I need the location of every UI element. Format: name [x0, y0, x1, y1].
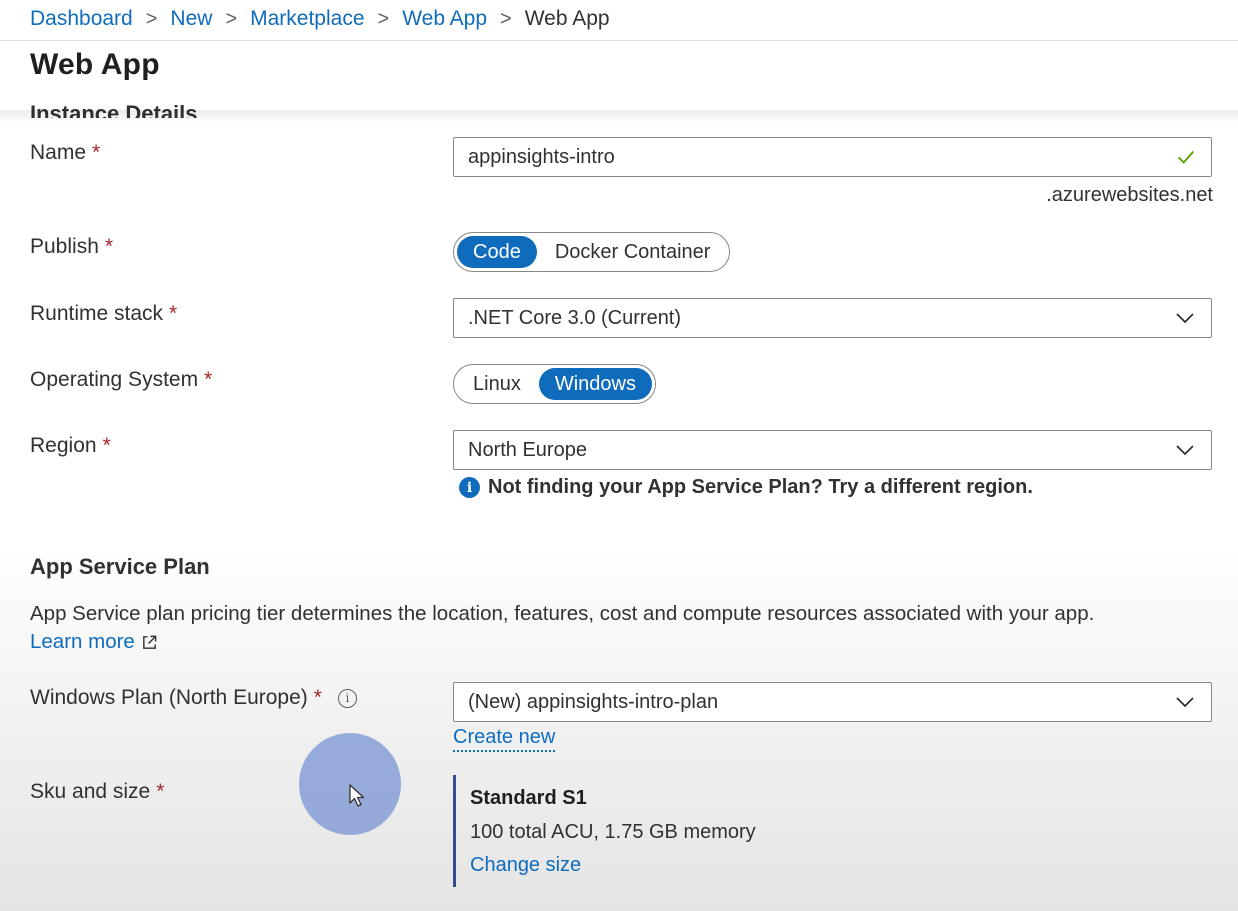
- chevron-down-icon: [1176, 697, 1194, 708]
- region-info-text: Not finding your App Service Plan? Try a…: [488, 476, 1033, 498]
- os-option-windows[interactable]: Windows: [538, 368, 652, 400]
- breadcrumb-separator: >: [145, 7, 158, 30]
- sku-name: Standard S1: [470, 787, 587, 809]
- runtime-stack-label: Runtime stack *: [30, 302, 178, 325]
- os-option-linux[interactable]: Linux: [457, 368, 537, 400]
- app-service-plan-description: App Service plan pricing tier determines…: [30, 602, 1095, 625]
- domain-suffix: .azurewebsites.net: [1046, 184, 1213, 206]
- os-toggle: Linux Windows: [453, 364, 656, 404]
- page: Dashboard > New > Marketplace > Web App …: [0, 0, 1238, 911]
- breadcrumb: Dashboard > New > Marketplace > Web App …: [30, 5, 610, 33]
- publish-option-docker[interactable]: Docker Container: [539, 236, 727, 268]
- name-input[interactable]: appinsights-intro: [453, 137, 1212, 177]
- operating-system-label: Operating System *: [30, 368, 213, 391]
- region-label: Region *: [30, 434, 111, 457]
- breadcrumb-marketplace[interactable]: Marketplace: [250, 7, 364, 31]
- header-shadow: [0, 110, 1238, 122]
- region-dropdown[interactable]: North Europe: [453, 430, 1212, 470]
- breadcrumb-dashboard[interactable]: Dashboard: [30, 7, 133, 31]
- change-size-link[interactable]: Change size: [470, 854, 581, 877]
- breadcrumb-divider: [0, 40, 1238, 41]
- chevron-down-icon: [1176, 445, 1194, 456]
- sku-summary: Standard S1 100 total ACU, 1.75 GB memor…: [453, 775, 856, 887]
- page-title: Web App: [30, 48, 160, 81]
- create-new-link[interactable]: Create new: [453, 726, 556, 752]
- region-value: North Europe: [468, 438, 587, 461]
- windows-plan-value: (New) appinsights-intro-plan: [468, 690, 719, 713]
- publish-option-code[interactable]: Code: [457, 236, 537, 268]
- name-input-value: appinsights-intro: [468, 145, 615, 168]
- windows-plan-label: Windows Plan (North Europe) * i: [30, 686, 357, 710]
- breadcrumb-current: Web App: [524, 7, 610, 30]
- checkmark-icon: [1178, 150, 1195, 164]
- app-service-plan-heading: App Service Plan: [30, 554, 210, 579]
- publish-label: Publish *: [30, 235, 114, 258]
- sku-detail: 100 total ACU, 1.75 GB memory: [470, 821, 756, 843]
- breadcrumb-separator: >: [377, 7, 390, 30]
- learn-more-link[interactable]: Learn more: [30, 630, 158, 654]
- info-icon[interactable]: i: [337, 688, 357, 708]
- learn-more-label: Learn more: [30, 630, 135, 653]
- runtime-stack-dropdown[interactable]: .NET Core 3.0 (Current): [453, 298, 1212, 338]
- external-link-icon: [142, 635, 157, 649]
- windows-plan-dropdown[interactable]: (New) appinsights-intro-plan: [453, 682, 1212, 722]
- breadcrumb-web-app[interactable]: Web App: [402, 7, 487, 31]
- region-info-note: i Not finding your App Service Plan? Try…: [459, 476, 1033, 499]
- runtime-stack-value: .NET Core 3.0 (Current): [468, 306, 682, 329]
- breadcrumb-separator: >: [225, 7, 238, 30]
- info-icon: i: [459, 477, 480, 498]
- breadcrumb-new[interactable]: New: [170, 7, 212, 31]
- name-label: Name *: [30, 141, 101, 164]
- publish-toggle: Code Docker Container: [453, 232, 731, 272]
- chevron-down-icon: [1176, 313, 1194, 324]
- sku-label: Sku and size *: [30, 780, 165, 803]
- breadcrumb-separator: >: [500, 7, 512, 30]
- mouse-pointer-icon: [349, 784, 365, 807]
